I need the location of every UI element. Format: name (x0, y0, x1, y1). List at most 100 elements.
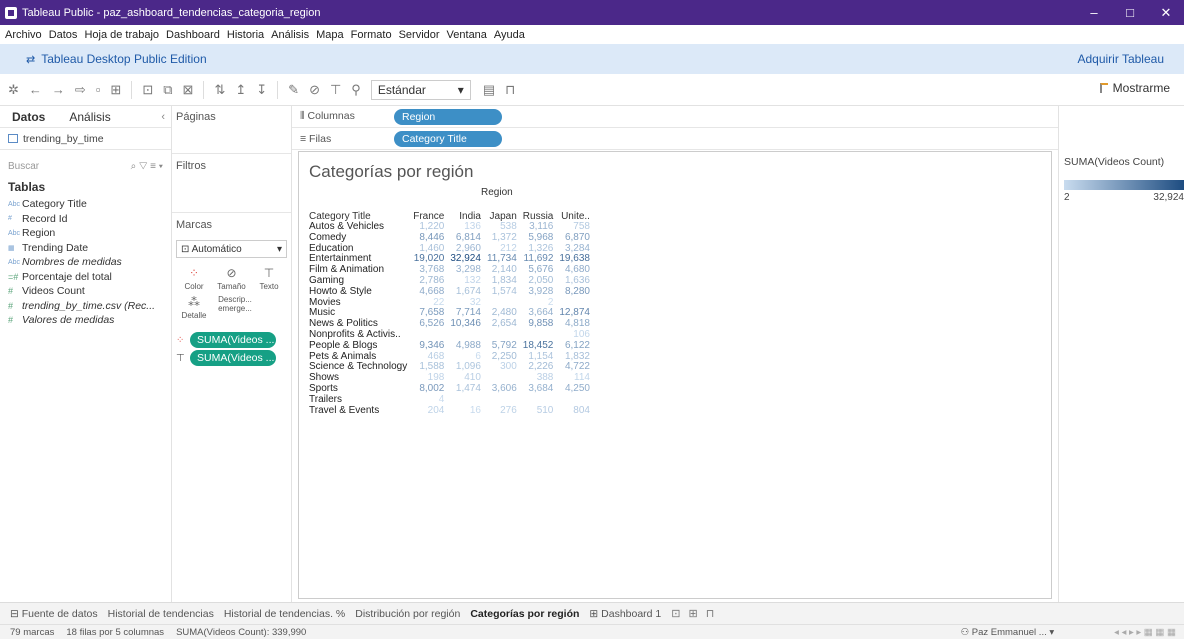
menu-item[interactable]: Mapa (316, 29, 344, 41)
sort-asc-icon[interactable]: ↥ (235, 82, 246, 98)
cell-value[interactable]: 6,526 (410, 318, 447, 330)
sheet-tab[interactable]: Historial de tendencias. % (224, 608, 345, 620)
field-item[interactable]: # Videos Count (0, 284, 171, 299)
presentation-icon[interactable]: ⊓ (505, 82, 515, 98)
cell-value[interactable] (447, 395, 484, 406)
cell-value[interactable]: 804 (556, 405, 593, 417)
sort-desc-icon[interactable]: ↧ (256, 82, 267, 98)
cell-value[interactable] (484, 395, 520, 406)
cell-value[interactable]: 204 (410, 405, 447, 417)
size-button[interactable]: ⊘ Tamaño (216, 266, 248, 291)
field-item[interactable]: =# Porcentaje del total (0, 270, 171, 285)
cell-value[interactable]: 4,250 (556, 383, 593, 395)
sheet-navigation-icons[interactable]: ◂ ◂ ▸ ▸ ▦ ▦ ▦ (1114, 627, 1176, 638)
field-item[interactable]: Abc Category Title (0, 197, 171, 212)
new-sheet-icon[interactable]: ⊡ (671, 607, 680, 620)
cell-value[interactable]: 2,654 (484, 318, 520, 330)
cell-value[interactable]: 510 (520, 405, 557, 417)
cell-value[interactable]: 16 (447, 405, 484, 417)
field-item[interactable]: # Valores de medidas (0, 313, 171, 328)
row-label[interactable]: Trailers (309, 394, 410, 406)
new-dashboard-icon[interactable]: ⊞ (688, 607, 697, 620)
tooltip-button[interactable]: Descrip... emerge... (218, 295, 252, 320)
row-label[interactable]: People & Blogs (309, 340, 410, 352)
clear-sheet-icon[interactable]: ⊠ (183, 82, 194, 98)
filters-card[interactable]: Filtros (172, 155, 291, 213)
user-menu[interactable]: ⚇ Paz Emmanuel ... ▾ (961, 627, 1055, 638)
tableau-logo-icon[interactable]: ✲ (8, 82, 19, 98)
menu-item[interactable]: Datos (49, 29, 78, 41)
cell-value[interactable]: 10,346 (447, 318, 484, 330)
rows-pill[interactable]: Category Title (394, 130, 502, 147)
fit-select[interactable]: Estándar ▾ (370, 79, 471, 100)
cell-value[interactable] (520, 395, 557, 406)
cell-value[interactable]: 1,372 (484, 232, 520, 244)
rows-shelf[interactable]: ≡ Filas Category Title (292, 128, 1058, 150)
detail-button[interactable]: ⁂ Detalle (178, 295, 210, 320)
highlight-icon[interactable]: ✎ (288, 82, 299, 98)
maximize-button[interactable]: □ (1112, 0, 1148, 25)
menu-item[interactable]: Historia (227, 29, 264, 41)
acquire-tableau-link[interactable]: Adquirir Tableau (1077, 52, 1164, 66)
tab-dashboard[interactable]: ⊞ Dashboard 1 (589, 608, 661, 620)
columns-shelf[interactable]: ⦀ Columnas Region (292, 106, 1058, 128)
text-button[interactable]: ⊤ Texto (253, 266, 285, 291)
tab-datasource[interactable]: ⊟ Fuente de datos (10, 608, 98, 620)
close-button[interactable]: ✕ (1148, 0, 1184, 25)
cell-value[interactable]: 18,452 (520, 340, 557, 352)
cell-value[interactable]: 5,968 (520, 232, 557, 244)
cell-value[interactable]: 3,606 (484, 383, 520, 395)
collapse-pane-icon[interactable]: ‹ (161, 111, 165, 123)
duplicate-sheet-icon[interactable]: ⧉ (163, 82, 172, 98)
cell-value[interactable]: 6,814 (447, 232, 484, 244)
field-item[interactable]: # trending_by_time.csv (Rec... (0, 299, 171, 314)
field-item[interactable]: # Record Id (0, 212, 171, 227)
cell-value[interactable]: 1,474 (447, 383, 484, 395)
row-label[interactable]: Comedy (309, 232, 410, 244)
color-button[interactable]: ⁘ Color (178, 266, 210, 291)
field-item[interactable]: Abc Region (0, 226, 171, 241)
show-me-button[interactable]: Mostrarme (1099, 81, 1170, 95)
search-filter-icons[interactable]: ⌕ ▽ ≡ ▾ (131, 161, 163, 172)
menu-item[interactable]: Dashboard (166, 29, 220, 41)
cell-value[interactable]: 6,122 (556, 340, 593, 352)
minimize-button[interactable]: – (1076, 0, 1112, 25)
replay-icon[interactable]: ⇨ (75, 82, 86, 98)
group-icon[interactable]: ⊘ (309, 82, 320, 98)
cell-value[interactable]: 9,346 (410, 340, 447, 352)
swap-icon[interactable]: ⇅ (214, 82, 225, 98)
cell-value[interactable]: 1,674 (447, 286, 484, 298)
menu-item[interactable]: Formato (351, 29, 392, 41)
cell-value[interactable]: 8,446 (410, 232, 447, 244)
tab-analysis[interactable]: Análisis (57, 110, 122, 124)
undo-icon[interactable]: ← (29, 82, 42, 97)
show-cards-icon[interactable]: ▤ (483, 82, 495, 98)
cell-value[interactable]: 3,684 (520, 383, 557, 395)
redo-icon[interactable]: → (52, 82, 65, 97)
cell-value[interactable]: 300 (484, 362, 520, 373)
save-icon[interactable]: ▫ (96, 82, 101, 97)
cell-value[interactable]: 276 (484, 405, 520, 417)
field-item[interactable]: ▦ Trending Date (0, 241, 171, 256)
pages-card[interactable]: Páginas (172, 106, 291, 154)
menu-item[interactable]: Hoja de trabajo (84, 29, 159, 41)
color-pill[interactable]: ⁘ SUMA(Videos ... (176, 332, 287, 348)
datasource-item[interactable]: trending_by_time (0, 128, 171, 150)
new-sheet-icon[interactable]: ⊡ (142, 82, 153, 98)
cell-value[interactable]: 1,574 (484, 286, 520, 298)
menu-item[interactable]: Ayuda (494, 29, 525, 41)
menu-item[interactable]: Ventana (447, 29, 487, 41)
pin-icon[interactable]: ⚲ (351, 82, 361, 98)
tab-data[interactable]: Datos (0, 110, 57, 124)
sheet-tab[interactable]: Historial de tendencias (108, 608, 214, 620)
field-item[interactable]: Abc Nombres de medidas (0, 255, 171, 270)
cell-value[interactable]: 3,928 (520, 286, 557, 298)
new-datasource-icon[interactable]: ⊞ (110, 82, 121, 98)
columns-pill[interactable]: Region (394, 108, 502, 125)
cell-value[interactable]: 8,280 (556, 286, 593, 298)
cell-value[interactable] (556, 395, 593, 406)
cell-value[interactable]: 4 (410, 394, 447, 406)
cell-value[interactable]: 4,988 (447, 340, 484, 352)
cell-value[interactable]: 9,858 (520, 318, 557, 330)
row-label[interactable]: Howto & Style (309, 286, 410, 298)
